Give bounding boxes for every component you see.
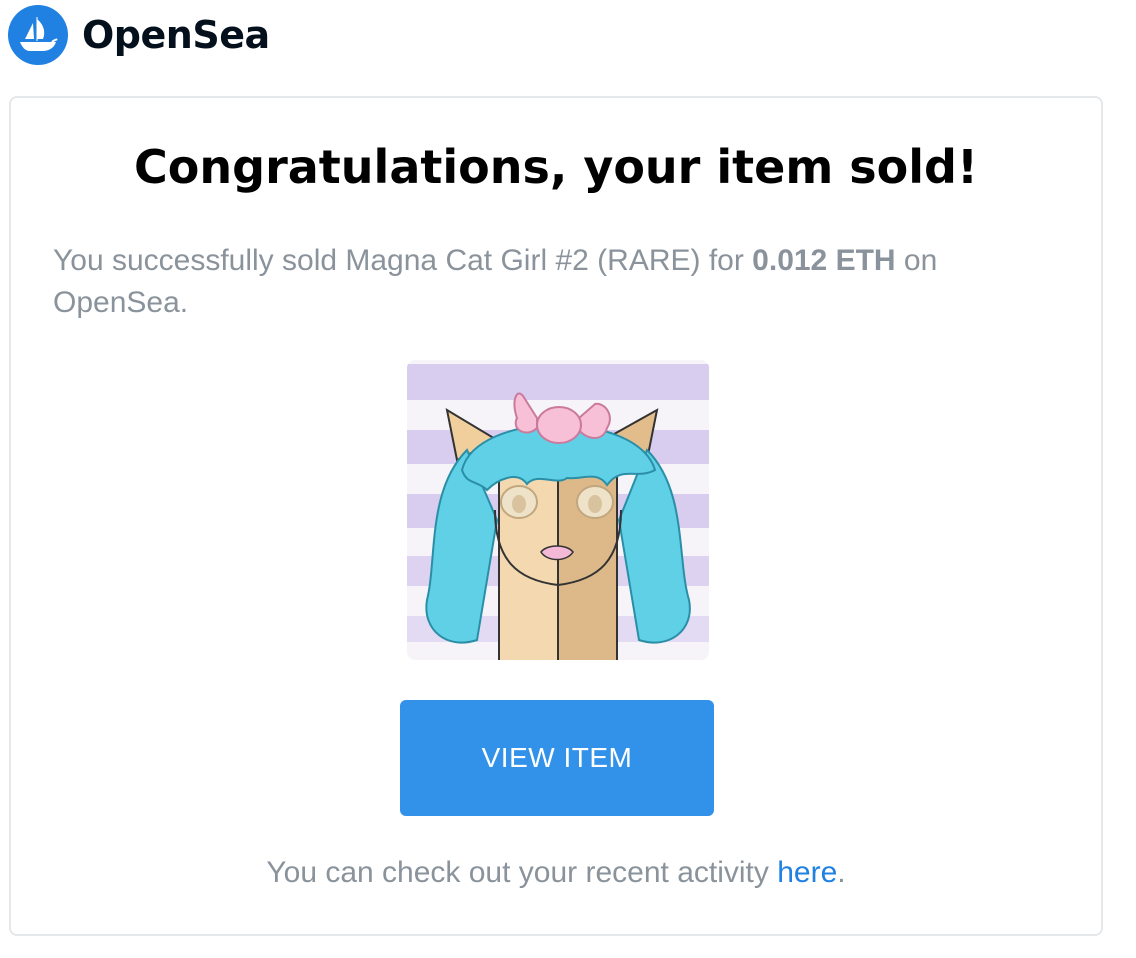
- activity-footer: You can check out your recent activity h…: [11, 856, 1101, 890]
- message-prefix: You successfully sold Magna Cat Girl #2 …: [53, 244, 753, 277]
- footer-prefix: You can check out your recent activity: [266, 856, 778, 889]
- sale-price: 0.012 ETH: [752, 244, 896, 277]
- opensea-logo[interactable]: [8, 5, 68, 65]
- email-card: Congratulations, your item sold! You suc…: [9, 96, 1103, 936]
- header: OpenSea: [8, 5, 270, 65]
- view-item-button[interactable]: VIEW ITEM: [400, 700, 714, 816]
- footer-suffix: .: [837, 856, 846, 889]
- opensea-boat-icon: [20, 17, 58, 51]
- brand-name: OpenSea: [82, 13, 270, 57]
- cat-girl-illustration: [407, 360, 709, 660]
- page-title: Congratulations, your item sold!: [134, 140, 978, 194]
- nft-item-image[interactable]: [407, 360, 709, 660]
- sale-message: You successfully sold Magna Cat Girl #2 …: [53, 240, 1053, 324]
- activity-link[interactable]: here: [777, 856, 837, 889]
